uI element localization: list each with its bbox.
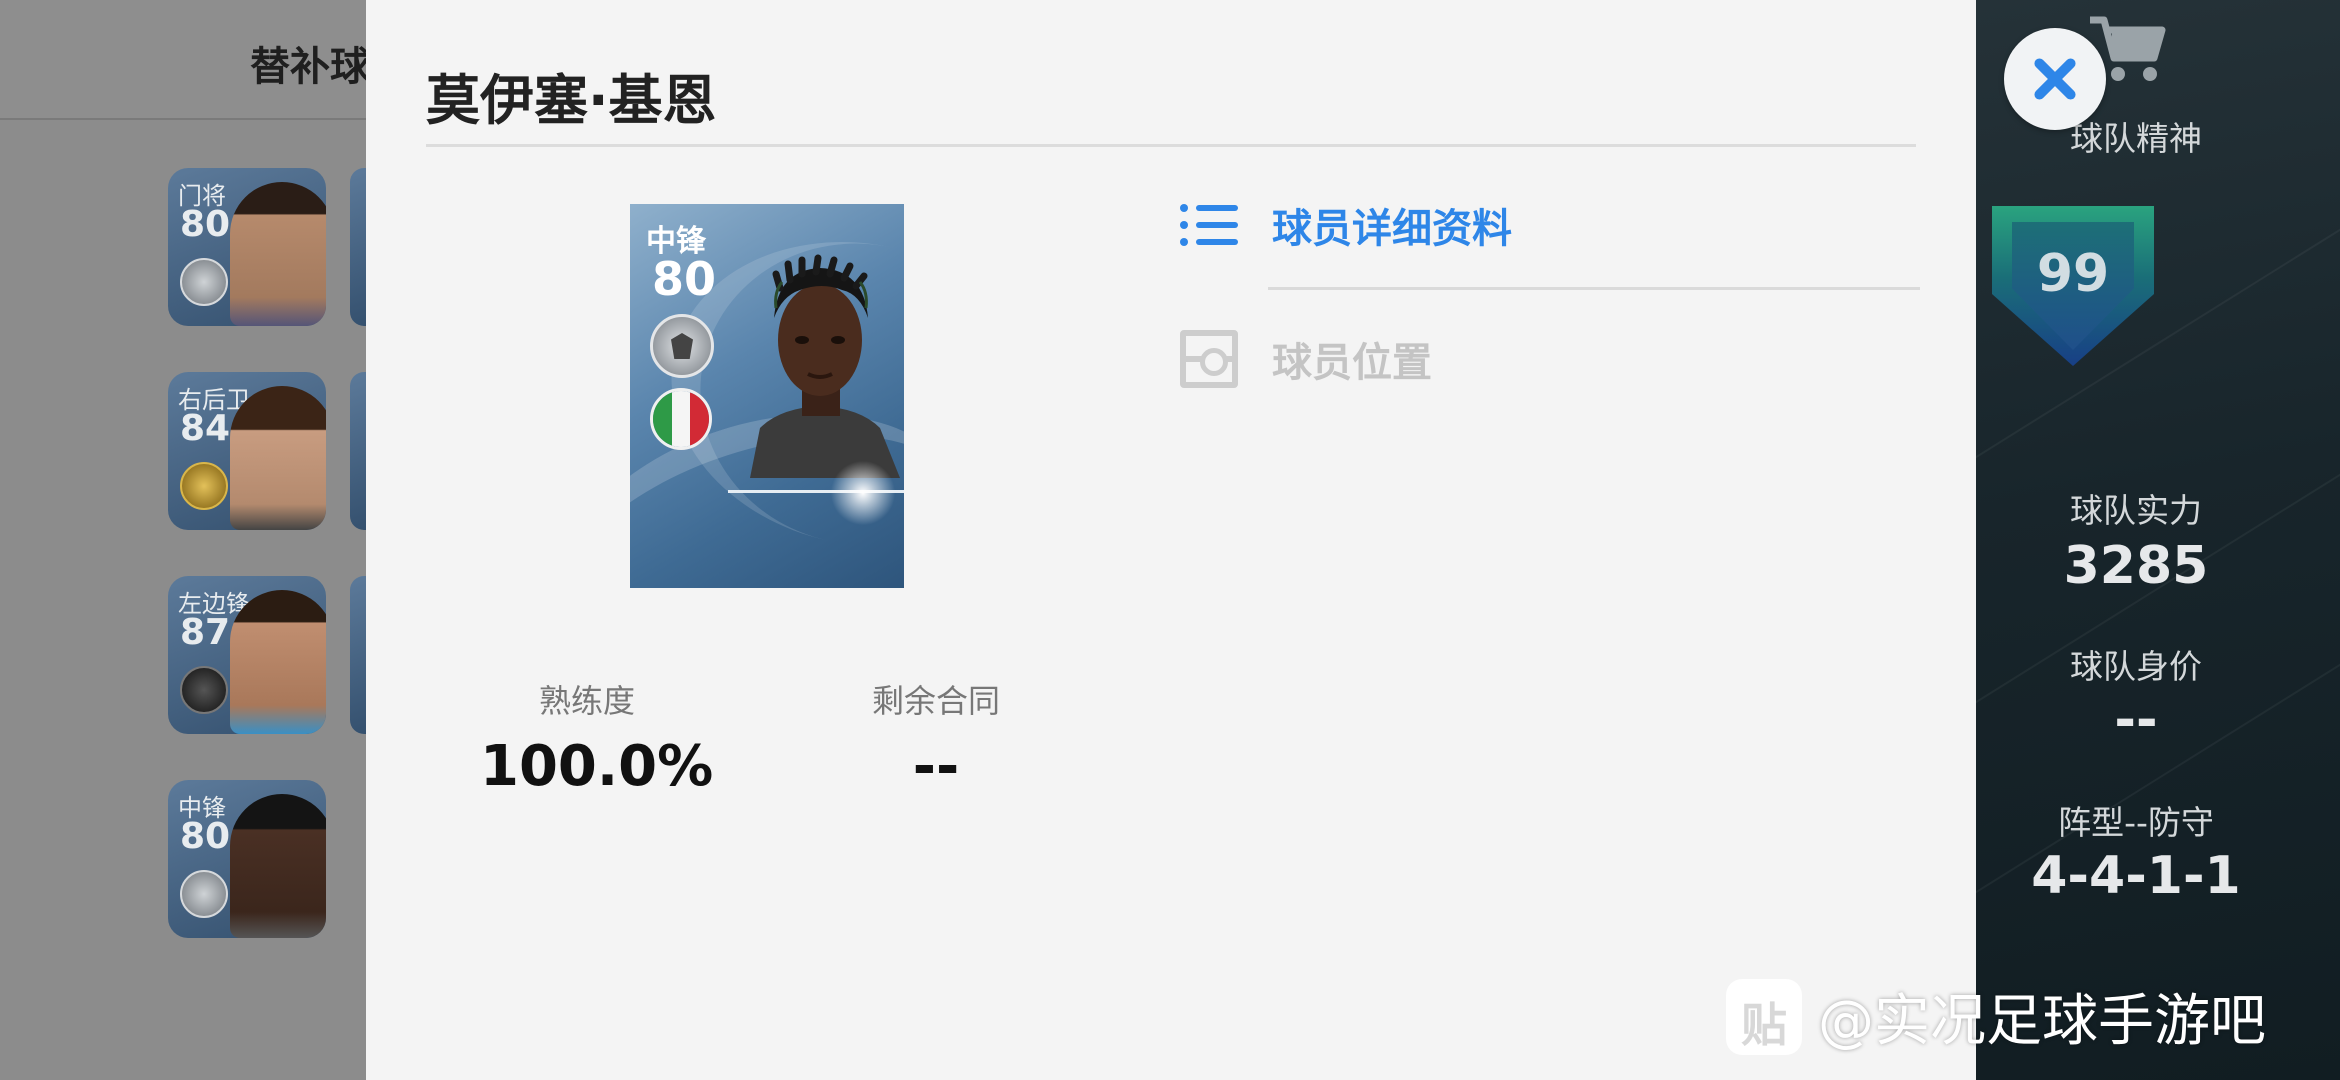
card-rating: 80 <box>180 204 231 245</box>
player-face <box>230 794 326 938</box>
player-details-button[interactable]: 球员详细资料 <box>1180 196 1512 254</box>
player-details-label: 球员详细资料 <box>1272 206 1512 252</box>
substitutes-header: 替补球 <box>0 0 370 120</box>
menu-divider <box>1268 287 1920 290</box>
watermark: 贴 @实况足球手游吧 <box>1726 976 2266 1057</box>
team-strength-value: 3285 <box>2063 536 2209 596</box>
flag-stripe-green <box>653 391 672 447</box>
contract-label: 剩余合同 <box>871 682 1000 720</box>
proficiency-label: 熟练度 <box>538 682 635 720</box>
card-rating: 84 <box>180 408 231 449</box>
player-position-label: 球员位置 <box>1272 340 1432 386</box>
flag-stripe-white <box>671 391 691 447</box>
card-shine <box>828 458 898 528</box>
player-portrait <box>750 254 900 478</box>
close-icon[interactable] <box>2004 28 2106 130</box>
team-panel: 球队精神 99 球队实力 3285 球队身价 -- 阵型--防守 4-4-1-1 <box>1976 0 2340 1080</box>
sub-player-card-3[interactable]: 左边锋 87 <box>168 576 326 734</box>
proficiency-value: 100.0% <box>480 734 714 799</box>
contract-stat: 剩余合同 -- <box>846 676 1026 799</box>
sub-player-card-2[interactable]: 右后卫 84 <box>168 372 326 530</box>
card-badge-icon <box>180 462 228 510</box>
tieba-logo-icon: 贴 <box>1726 978 1802 1055</box>
italy-flag-icon <box>650 388 712 450</box>
card-badge-icon <box>180 666 228 714</box>
team-worth-label: 球队身价 <box>2070 647 2202 686</box>
player-modal: 莫伊塞·基恩 中锋 80 熟练度 100.0% 剩余合同 -- 球员详细资料 球… <box>366 0 1976 1080</box>
card-badge-icon <box>180 870 228 918</box>
player-face <box>230 182 326 326</box>
sub-player-card-1[interactable]: 门将 80 <box>168 168 326 326</box>
team-worth-value: -- <box>2114 690 2158 750</box>
player-position-button[interactable]: 球员位置 <box>1180 330 1432 388</box>
tieba-logo-char: 贴 <box>1741 997 1787 1052</box>
player-face <box>230 590 326 734</box>
card-badge-icon <box>180 258 228 306</box>
card-rating: 87 <box>180 612 231 653</box>
card-rating: 80 <box>652 252 717 306</box>
proficiency-stat: 熟练度 100.0% <box>480 676 714 799</box>
contract-value: -- <box>912 734 960 799</box>
substitutes-title: 替补球 <box>250 44 370 90</box>
team-spirit-value: 99 <box>2036 244 2110 304</box>
formation-value: 4-4-1-1 <box>2031 846 2241 906</box>
team-strength-label: 球队实力 <box>2070 491 2202 530</box>
sub-player-card-4[interactable]: 中锋 80 <box>168 780 326 938</box>
formation-label: 阵型--防守 <box>2058 803 2214 842</box>
card-badge-icon <box>650 314 714 378</box>
watermark-text: @实况足球手游吧 <box>1818 989 2266 1054</box>
player-face <box>230 386 326 530</box>
title-divider <box>426 144 1916 147</box>
player-name: 莫伊塞·基恩 <box>426 69 717 132</box>
player-card[interactable]: 中锋 80 <box>630 204 904 588</box>
pitch-icon <box>1180 330 1238 388</box>
card-rating: 80 <box>180 816 231 857</box>
list-icon <box>1180 196 1238 254</box>
